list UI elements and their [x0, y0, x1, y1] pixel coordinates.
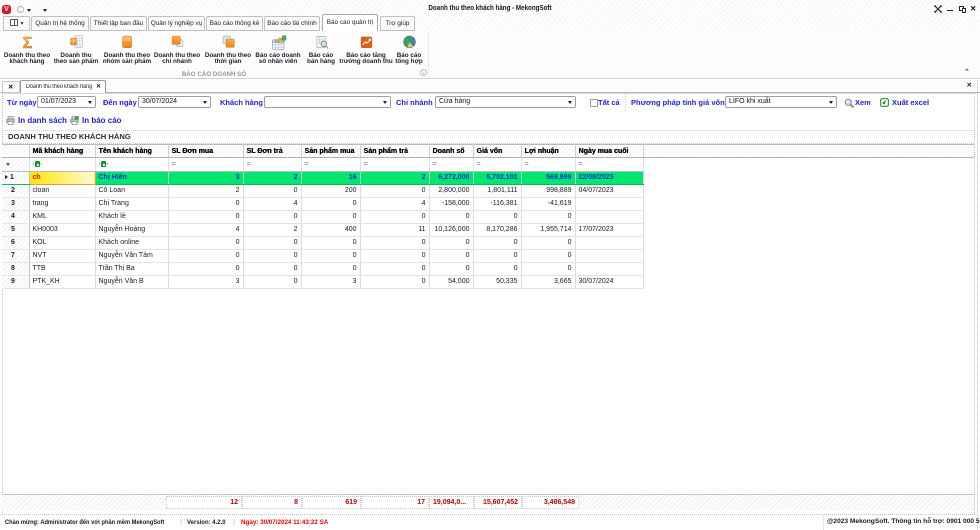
svg-text:Σ: Σ [22, 35, 32, 51]
